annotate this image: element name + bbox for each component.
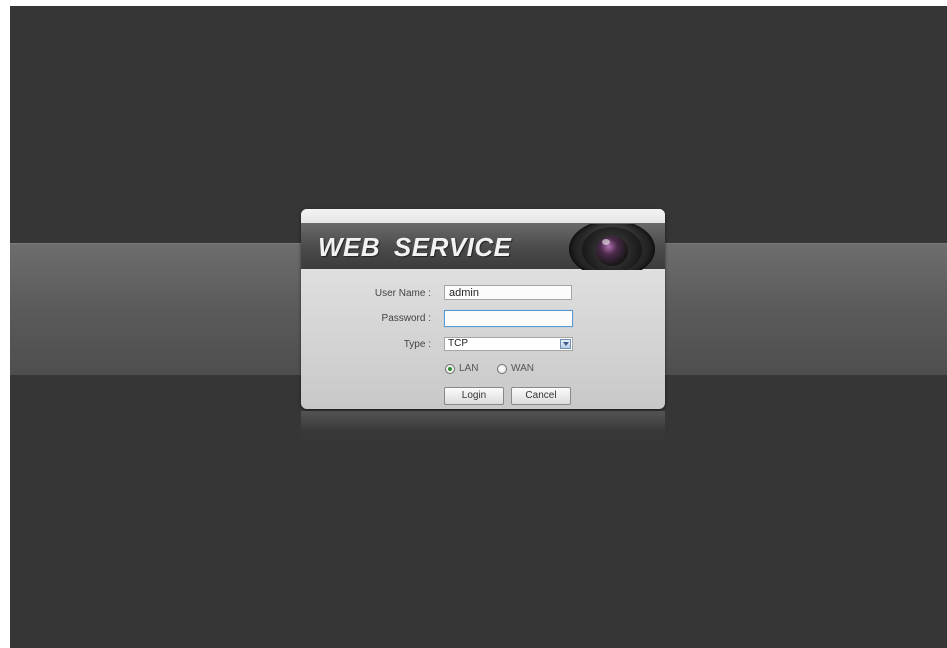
type-select[interactable]: TCP [444, 337, 573, 351]
chevron-down-icon[interactable] [560, 339, 571, 349]
login-header: WEB SERVICE [301, 223, 665, 270]
camera-lens-icon [569, 224, 655, 270]
login-panel: WEB SERVICE User Name : admin Password :… [301, 209, 665, 409]
page-background: WEB SERVICE User Name : admin Password :… [10, 6, 947, 648]
cancel-button[interactable]: Cancel [511, 387, 571, 405]
login-title: WEB SERVICE [318, 232, 512, 262]
username-label: User Name : [374, 288, 431, 299]
panel-reflection [301, 411, 665, 445]
wan-label: WAN [511, 363, 534, 374]
panel-top-strip [301, 209, 665, 223]
username-input[interactable]: admin [444, 285, 572, 300]
radio-selected-dot [448, 367, 452, 371]
type-selected-value: TCP [448, 338, 468, 349]
lan-radio[interactable] [445, 364, 455, 374]
password-input[interactable] [444, 310, 573, 327]
type-label: Type : [403, 339, 431, 350]
password-label: Password : [381, 313, 431, 324]
lan-label: LAN [459, 363, 479, 374]
wan-radio[interactable] [497, 364, 507, 374]
login-button[interactable]: Login [444, 387, 504, 405]
